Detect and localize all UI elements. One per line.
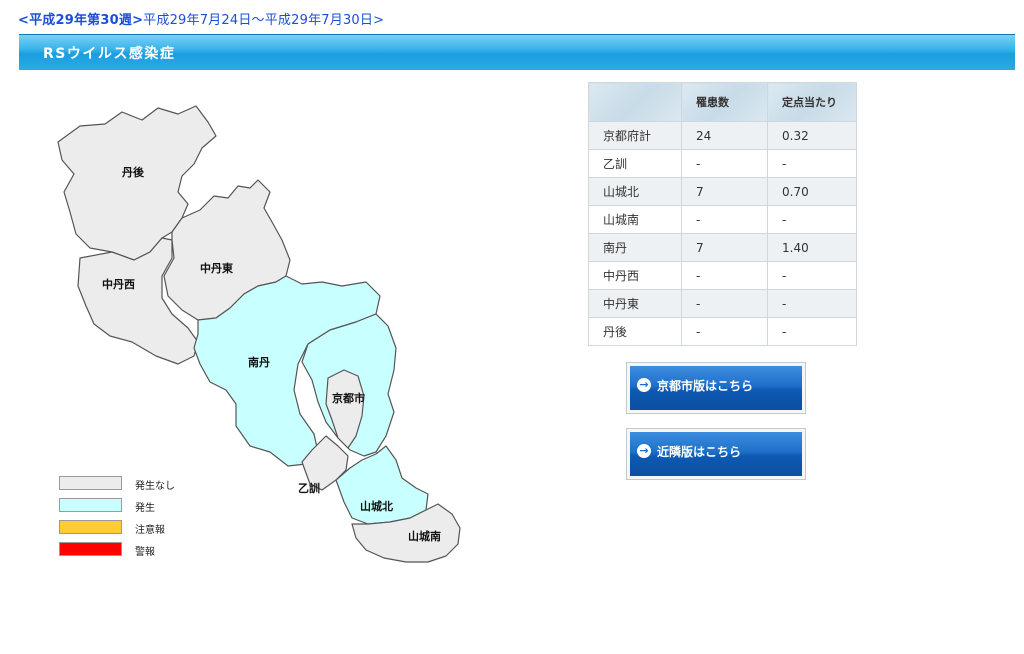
cell-cases: - [681, 317, 768, 346]
week-navigation: <平成29年第30週>平成29年7月24日～平成29年7月30日> [18, 9, 384, 28]
cell-per-sentinel: - [767, 317, 857, 346]
cell-per-sentinel: 1.40 [767, 233, 857, 262]
cell-region: 中丹東 [588, 289, 682, 318]
label-nantan: 南丹 [248, 355, 270, 369]
cell-region: 乙訓 [588, 149, 682, 178]
label-yamashiro-kita: 山城北 [360, 499, 393, 513]
cell-per-sentinel: - [767, 149, 857, 178]
cell-region: 丹後 [588, 317, 682, 346]
table-row: 丹後 - - [588, 317, 857, 346]
table-row: 山城南 - - [588, 205, 857, 234]
legend-item: 発生なし [58, 474, 258, 496]
cell-cases: - [681, 205, 768, 234]
label-tango: 丹後 [122, 165, 145, 179]
label-otokuni: 乙訓 [298, 481, 320, 495]
button-label: 京都市版はこちら [657, 379, 754, 393]
legend-swatch [59, 520, 122, 534]
table-row: 京都府計 24 0.32 [588, 121, 857, 150]
legend-label: 発生なし [135, 481, 175, 492]
table-header-row: 罹患数 定点当たり [588, 82, 857, 122]
cell-per-sentinel: 0.70 [767, 177, 857, 206]
legend-swatch [59, 476, 122, 490]
legend-swatch [59, 542, 122, 556]
cell-region: 南丹 [588, 233, 682, 262]
cell-cases: - [681, 149, 768, 178]
header-region [588, 82, 682, 122]
cell-per-sentinel: - [767, 289, 857, 318]
cell-per-sentinel: - [767, 261, 857, 290]
button-label: 近隣版はこちら [657, 445, 742, 459]
header-per-sentinel: 定点当たり [767, 82, 857, 122]
cell-cases: 7 [681, 177, 768, 206]
table-row: 中丹西 - - [588, 261, 857, 290]
button-face: → 京都市版はこちら [630, 366, 802, 410]
cell-per-sentinel: - [767, 205, 857, 234]
cell-cases: 7 [681, 233, 768, 262]
button-face: → 近隣版はこちら [630, 432, 802, 476]
legend-label: 警報 [135, 547, 155, 558]
page-title-bar: RSウイルス感染症 [19, 34, 1015, 70]
label-nakatango-nishi: 中丹西 [102, 277, 135, 291]
legend-item: 注意報 [58, 518, 258, 540]
legend-item: 発生 [58, 496, 258, 518]
page-title: RSウイルス感染症 [43, 46, 176, 62]
cell-cases: 24 [681, 121, 768, 150]
legend-label: 注意報 [135, 525, 165, 536]
cell-region: 中丹西 [588, 261, 682, 290]
arrow-right-icon: → [637, 444, 651, 458]
legend-swatch [59, 498, 122, 512]
legend-label: 発生 [135, 503, 155, 514]
week-link[interactable]: <平成29年第30週> [18, 13, 143, 28]
label-yamashiro-minami: 山城南 [408, 529, 441, 543]
legend-item: 警報 [58, 540, 258, 562]
table-row: 山城北 7 0.70 [588, 177, 857, 206]
arrow-right-icon: → [637, 378, 651, 392]
date-range-link[interactable]: 平成29年7月24日～平成29年7月30日> [143, 13, 384, 28]
cell-cases: - [681, 289, 768, 318]
map-legend: 発生なし 発生 注意報 警報 [58, 474, 258, 562]
table-row: 中丹東 - - [588, 289, 857, 318]
table-row: 乙訓 - - [588, 149, 857, 178]
table-row: 南丹 7 1.40 [588, 233, 857, 262]
kyoto-city-version-button[interactable]: → 京都市版はこちら [626, 362, 806, 414]
label-kyoto-city: 京都市 [332, 391, 365, 405]
cell-region: 山城北 [588, 177, 682, 206]
cell-per-sentinel: 0.32 [767, 121, 857, 150]
kinki-version-button[interactable]: → 近隣版はこちら [626, 428, 806, 480]
label-nakatango-higashi: 中丹東 [200, 261, 234, 275]
cell-region: 京都府計 [588, 121, 682, 150]
cell-region: 山城南 [588, 205, 682, 234]
header-cases: 罹患数 [681, 82, 768, 122]
region-stats-table: 罹患数 定点当たり 京都府計 24 0.32 乙訓 - - 山城北 7 0.70… [588, 82, 857, 346]
cell-cases: - [681, 261, 768, 290]
